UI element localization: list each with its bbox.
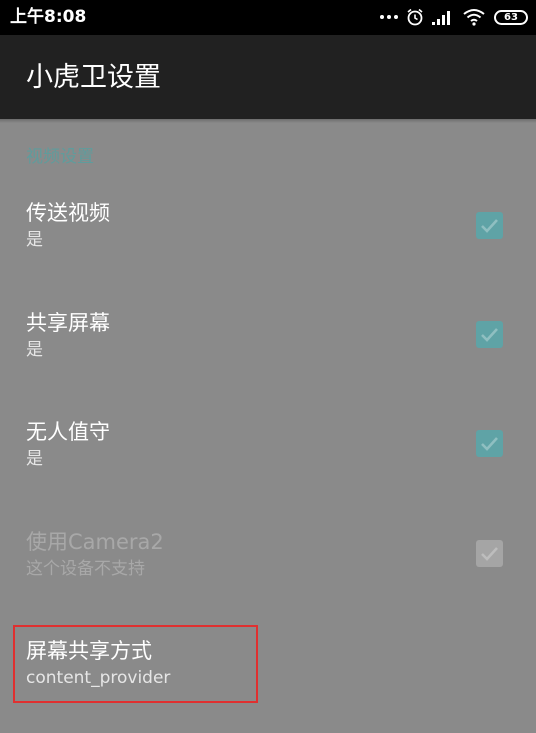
pref-summary: 是 [26,449,43,469]
status-bar: 上午8:08 63 [0,0,536,35]
wifi-icon [463,9,485,26]
category-video-settings: 视频设置 [26,147,94,167]
pref-title: 传送视频 [26,201,110,225]
pref-title: 共享屏幕 [26,311,110,335]
pref-use-camera2: 使用Camera2 这个设备不支持 [0,528,536,624]
pref-title: 使用Camera2 [26,530,164,554]
highlight-box [13,625,258,703]
more-dots-icon [380,15,398,19]
app-bar: 小虎卫设置 [0,35,536,119]
check-icon [481,437,498,451]
pref-title: 无人值守 [26,420,110,444]
signal-icon [432,11,450,25]
pref-send-video[interactable]: 传送视频 是 [0,199,536,295]
send-video-checkbox[interactable] [476,212,503,239]
check-icon [481,547,498,561]
app-bar-shadow [0,119,536,123]
share-screen-checkbox[interactable] [476,321,503,348]
pref-summary: 是 [26,230,43,250]
pref-share-screen[interactable]: 共享屏幕 是 [0,309,536,405]
battery-icon: 63 [494,9,528,25]
unattended-checkbox[interactable] [476,430,503,457]
use-camera2-checkbox [476,540,503,567]
pref-summary: 是 [26,340,43,360]
page-title: 小虎卫设置 [26,62,161,93]
alarm-icon [407,8,423,26]
pref-unattended[interactable]: 无人值守 是 [0,418,536,514]
check-icon [481,219,498,233]
status-time: 上午8:08 [10,7,87,27]
check-icon [481,328,498,342]
status-icons: 63 [380,6,528,28]
pref-summary: 这个设备不支持 [26,559,145,579]
